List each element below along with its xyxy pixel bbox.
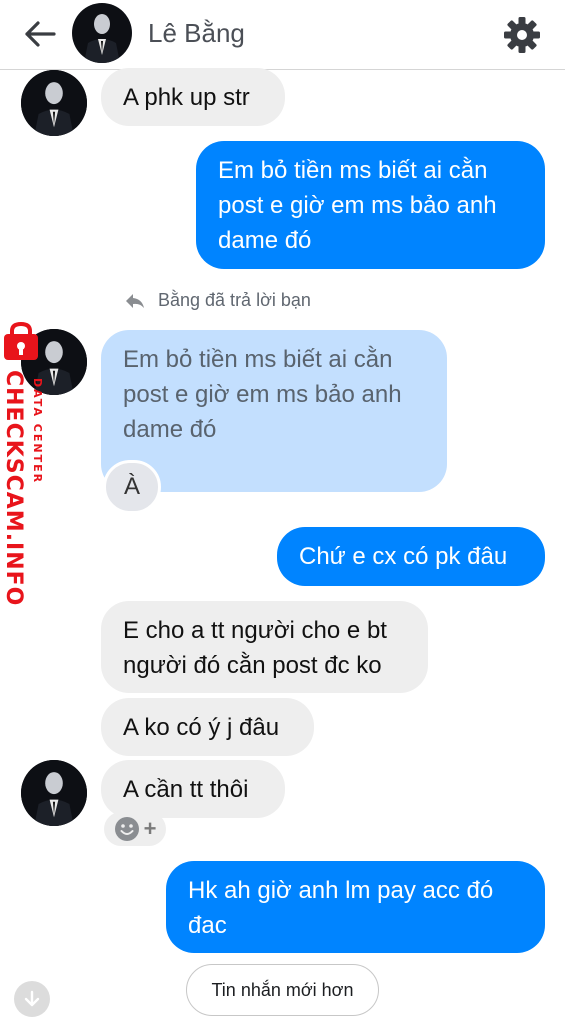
message-bubble-incoming[interactable]: À: [103, 460, 161, 514]
reply-note-text: Bằng đã trả lời bạn: [158, 290, 311, 310]
add-reaction-button[interactable]: +: [104, 812, 166, 846]
message-bubble-outgoing[interactable]: Hk ah giờ anh lm pay acc đó đac: [166, 861, 545, 953]
gear-icon: [504, 17, 540, 53]
conversation-header: Lê Bằng: [0, 0, 565, 70]
message-bubble-outgoing[interactable]: Em bỏ tiền ms biết ai cằn post e giờ em …: [196, 141, 545, 269]
contact-avatar-small[interactable]: [21, 760, 87, 826]
contact-avatar-small[interactable]: [21, 70, 87, 136]
message-bubble-incoming[interactable]: E cho a tt người cho e bt người đó cằn p…: [101, 601, 428, 693]
arrow-left-icon: [25, 21, 56, 47]
back-button[interactable]: [20, 14, 60, 54]
smiley-icon: [114, 817, 139, 841]
contact-name[interactable]: Lê Bằng: [148, 18, 245, 49]
message-bubble-incoming[interactable]: A ko có ý j đâu: [101, 698, 314, 756]
newer-messages-button[interactable]: Tin nhắn mới hơn: [186, 964, 379, 1016]
plus-icon: +: [143, 816, 157, 841]
settings-button[interactable]: [500, 13, 544, 57]
scroll-down-button[interactable]: [14, 981, 50, 1017]
message-bubble-incoming[interactable]: A cần tt thôi: [101, 760, 285, 818]
watermark: CHECKSCAM.INFO DATA CENTER: [0, 322, 44, 606]
contact-avatar[interactable]: [72, 3, 132, 63]
arrow-down-icon: [24, 990, 40, 1007]
reply-indicator: Bằng đã trả lời bạn: [124, 290, 311, 311]
reply-arrow-icon: [126, 293, 144, 308]
message-bubble-outgoing[interactable]: Chứ e cx có pk đâu: [277, 527, 545, 586]
watermark-sub-text: DATA CENTER: [31, 378, 44, 485]
message-bubble-incoming[interactable]: A phk up str: [101, 68, 285, 126]
lock-icon: [4, 322, 38, 360]
watermark-main-text: CHECKSCAM.INFO: [1, 370, 26, 607]
